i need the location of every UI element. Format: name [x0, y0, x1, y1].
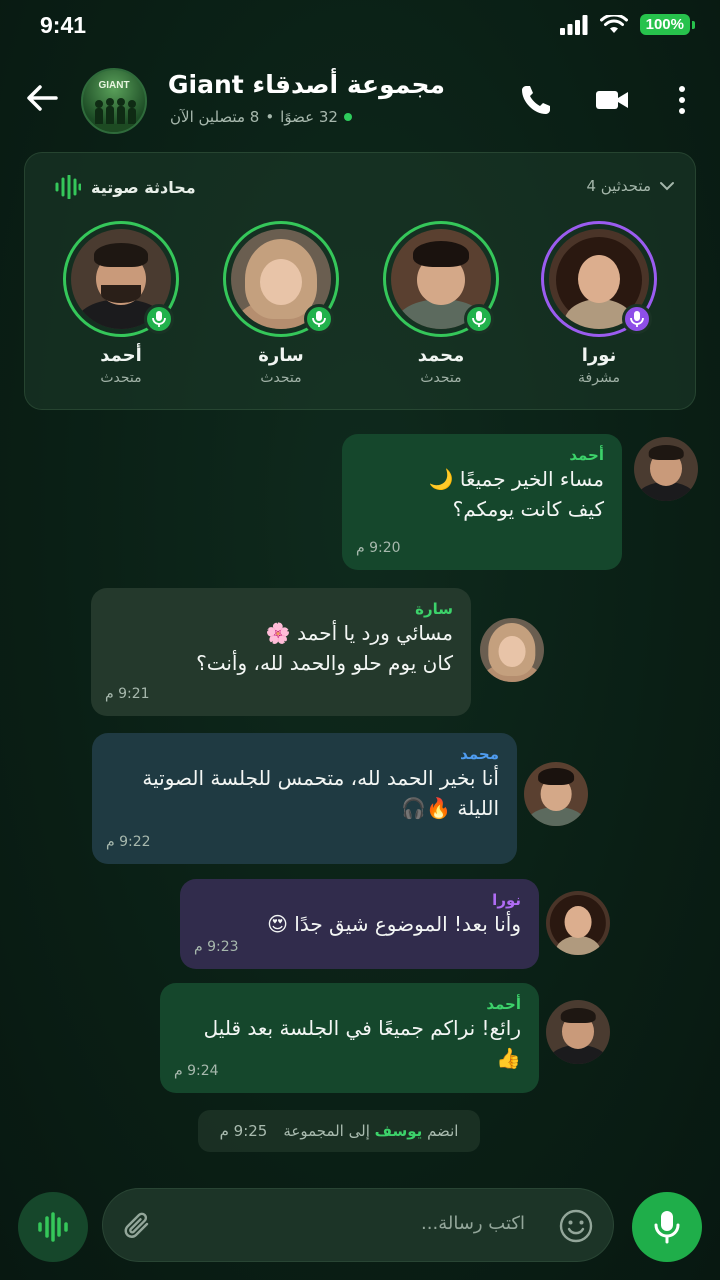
speaker-ahmed[interactable]: أحمد متحدث [61, 221, 181, 386]
message-sender: نورا [492, 891, 521, 909]
speaker-count: 4 متحدثين [586, 177, 651, 195]
people-silhouette-icon [83, 98, 145, 132]
chat-header: GIANT مجموعة أصدقاء Giant 32 عضوًا • 8 م… [0, 60, 720, 140]
message-sender: محمد [460, 745, 499, 763]
message-bubble[interactable]: أحمد مساء الخير جميعًا 🌙 كيف كانت يومكم؟… [342, 434, 622, 570]
avatar[interactable] [546, 891, 610, 955]
speaker-avatar [541, 221, 657, 337]
system-message: انضم يوسف إلى المجموعة 9:25 م [198, 1110, 480, 1152]
system-prefix: انضم [427, 1122, 459, 1140]
message-text: مسائي ورد يا أحمد 🌸 [265, 621, 453, 645]
status-time: 9:41 [40, 12, 87, 38]
avatar[interactable] [634, 437, 698, 501]
wifi-icon [599, 14, 628, 33]
voice-chat-panel: محادثة صوتية 4 متحدثين أحمد متحدث سارة م… [24, 152, 696, 410]
status-bar: 9:41 100% [0, 0, 720, 52]
message-sender: أحمد [569, 446, 604, 464]
online-count: 8 متصلين الآن [170, 108, 260, 126]
mic-on-icon [144, 304, 174, 334]
battery-indicator: 100% [639, 14, 696, 35]
avatar[interactable] [524, 762, 588, 826]
message-text: كيف كانت يومكم؟ [452, 497, 604, 521]
message-text: مساء الخير جميعًا 🌙 [428, 467, 604, 491]
message-bubble[interactable]: سارة مسائي ورد يا أحمد 🌸 كان يوم حلو وال… [91, 588, 471, 716]
message-time: 9:22 م [106, 834, 151, 850]
joined-user-name[interactable]: يوسف [375, 1122, 423, 1140]
voice-chat-title-text: محادثة صوتية [91, 177, 196, 197]
message-sender: أحمد [486, 995, 521, 1013]
system-message-text: انضم يوسف إلى المجموعة [283, 1122, 458, 1140]
subtitle-separator: • [265, 108, 275, 126]
microphone-icon [654, 1211, 680, 1244]
member-count: 32 عضوًا [280, 108, 338, 126]
chevron-down-icon [660, 182, 674, 191]
speaker-name: أحمد [100, 345, 142, 366]
message-time: 9:23 م [194, 939, 239, 955]
signal-icon [559, 14, 588, 35]
system-message-time: 9:25 م [219, 1122, 268, 1140]
paperclip-icon[interactable] [121, 1209, 155, 1243]
mic-on-icon [622, 304, 652, 334]
online-dot-icon [343, 113, 352, 121]
status-icons: 100% [559, 14, 696, 35]
speaker-role: متحدث [100, 370, 142, 386]
sound-wave-icon [38, 1212, 68, 1242]
speaker-noura[interactable]: نورا مشرفة [539, 221, 659, 386]
speaker-name: نورا [581, 345, 617, 366]
mic-on-icon [464, 304, 494, 334]
mic-on-icon [304, 304, 334, 334]
video-call-icon[interactable] [594, 82, 630, 118]
avatar[interactable] [480, 618, 544, 682]
speaker-avatar [383, 221, 499, 337]
message-time: 9:21 م [105, 686, 150, 702]
speaker-name: محمد [417, 345, 465, 366]
message-text: وأنا بعد! الموضوع شيق جدًا 😍 [267, 912, 521, 936]
speaker-count-toggle[interactable]: 4 متحدثين [586, 177, 675, 195]
sound-wave-icon [55, 175, 81, 199]
record-voice-button[interactable] [632, 1192, 702, 1262]
group-title[interactable]: مجموعة أصدقاء Giant [168, 70, 445, 99]
speaker-name: سارة [258, 345, 304, 366]
avatar[interactable] [546, 1000, 610, 1064]
phone-call-icon[interactable] [518, 82, 554, 118]
speaker-mohamed[interactable]: محمد متحدث [381, 221, 501, 386]
message-time: 9:24 م [174, 1063, 219, 1079]
message-text: الليلة 🔥🎧 [401, 796, 499, 820]
message-bubble[interactable]: نورا وأنا بعد! الموضوع شيق جدًا 😍 9:23 م [180, 879, 539, 969]
group-subtitle: 32 عضوًا • 8 متصلين الآن [170, 108, 352, 126]
message-bubble[interactable]: أحمد رائع! نراكم جميعًا في الجلسة بعد قل… [160, 983, 539, 1093]
speaker-role: متحدث [420, 370, 462, 386]
speaker-role: متحدث [260, 370, 302, 386]
speaker-sara[interactable]: سارة متحدث [221, 221, 341, 386]
message-input[interactable] [225, 1213, 525, 1234]
message-sender: سارة [415, 600, 453, 618]
message-time: 9:20 م [356, 540, 401, 556]
system-suffix: إلى المجموعة [283, 1122, 370, 1140]
message-composer [102, 1188, 614, 1262]
message-bubble[interactable]: محمد أنا بخير الحمد لله، متحمس للجلسة ال… [92, 733, 517, 864]
more-options-icon[interactable] [664, 82, 700, 118]
group-avatar[interactable]: GIANT [81, 68, 147, 134]
voice-chat-title: محادثة صوتية [55, 175, 196, 199]
message-text: كان يوم حلو والحمد لله، وأنت؟ [196, 651, 453, 675]
speaker-avatar [63, 221, 179, 337]
speaker-role: مشرفة [578, 370, 620, 386]
message-text: أنا بخير الحمد لله، متحمس للجلسة الصوتية [142, 766, 499, 790]
message-text: رائع! نراكم جميعًا في الجلسة بعد قليل 👍 [203, 1016, 521, 1070]
speaker-avatar [223, 221, 339, 337]
voice-room-button[interactable] [18, 1192, 88, 1262]
back-arrow-icon[interactable] [22, 78, 62, 118]
emoji-icon[interactable] [557, 1207, 595, 1245]
